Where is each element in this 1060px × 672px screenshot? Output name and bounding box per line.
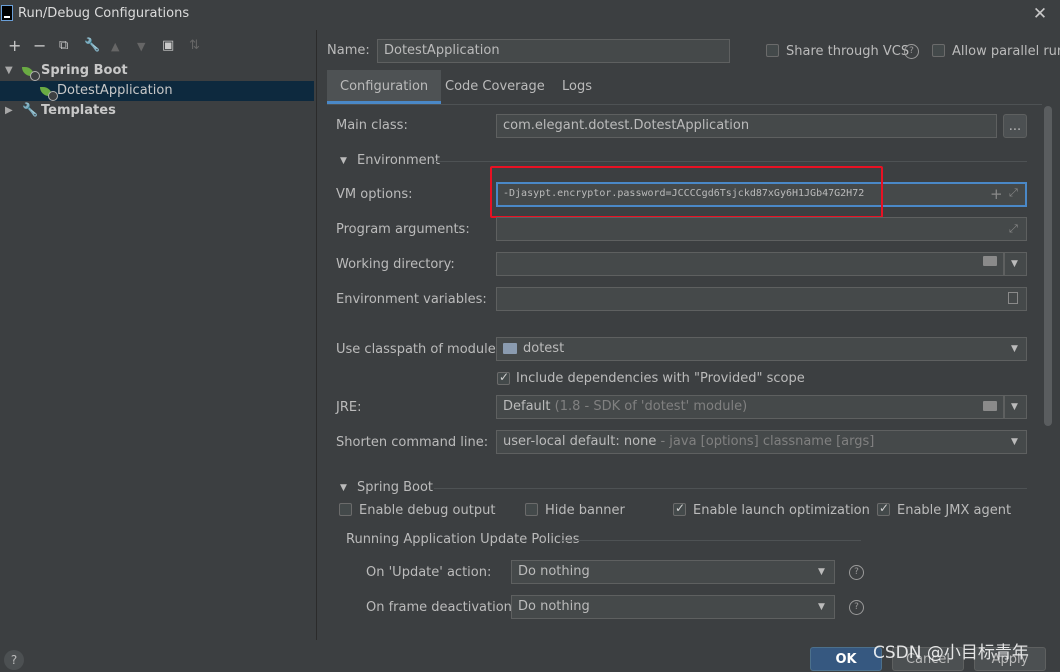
hide-banner-label: Hide banner [545, 503, 625, 518]
working-directory-label: Working directory: [336, 257, 455, 272]
chevron-down-icon: ▼ [1011, 259, 1018, 269]
tree-label: Spring Boot [41, 63, 128, 78]
share-vcs-checkbox[interactable] [766, 44, 779, 57]
tree-item-templates[interactable]: ▶ 🔧 Templates [0, 101, 314, 121]
environment-header: Environment [357, 153, 441, 168]
title-bar: Run/Debug Configurations ✕ [0, 0, 1060, 30]
add-icon[interactable]: + [8, 36, 21, 55]
document-icon[interactable] [1008, 292, 1018, 304]
jmx-agent-label: Enable JMX agent [897, 503, 1012, 518]
on-frame-deactivation-label: On frame deactivation: [366, 600, 517, 615]
shorten-hint: - java [options] classname [args] [660, 434, 875, 449]
close-button[interactable]: ✕ [1028, 2, 1052, 26]
jre-hint: (1.8 - SDK of 'dotest' module) [554, 399, 748, 414]
environment-variables-label: Environment variables: [336, 292, 487, 307]
chevron-down-icon: ▼ [818, 567, 825, 577]
main-class-label: Main class: [336, 118, 408, 133]
jre-label: JRE: [336, 400, 362, 415]
sort-icon[interactable]: ⇅ [189, 38, 200, 53]
collapse-icon[interactable]: ▼ [340, 483, 347, 493]
shorten-command-line-label: Shorten command line: [336, 435, 489, 450]
on-update-label: On 'Update' action: [366, 565, 492, 580]
help-icon[interactable]: ? [904, 44, 919, 59]
main-class-field[interactable]: com.elegant.dotest.DotestApplication [496, 114, 997, 138]
jre-value: Default [503, 399, 551, 414]
help-icon[interactable]: ? [849, 600, 864, 615]
section-divider [561, 540, 861, 541]
collapse-icon[interactable]: ▼ [340, 156, 347, 166]
folder-icon[interactable] [983, 401, 997, 411]
help-icon[interactable]: ? [849, 565, 864, 580]
highlight-box [490, 166, 883, 218]
expand-right-icon[interactable]: ▶ [5, 101, 13, 121]
include-dependencies-label: Include dependencies with "Provided" sco… [516, 371, 805, 386]
wrench-icon: 🔧 [22, 103, 39, 118]
allow-parallel-label: Allow parallel run [952, 44, 1060, 59]
tab-configuration[interactable]: Configuration [327, 70, 442, 104]
tree-label: DotestApplication [57, 83, 173, 98]
jre-field[interactable]: Default (1.8 - SDK of 'dotest' module) [496, 395, 1004, 419]
chevron-down-icon: ▼ [1011, 437, 1018, 447]
classpath-label: Use classpath of module: [336, 342, 501, 357]
tree-label: Templates [41, 103, 116, 118]
allow-parallel-checkbox[interactable] [932, 44, 945, 57]
jmx-agent-checkbox[interactable] [877, 501, 890, 516]
update-policies-header: Running Application Update Policies [346, 532, 580, 547]
program-arguments-label: Program arguments: [336, 222, 470, 237]
launch-optimization-checkbox[interactable] [673, 501, 686, 516]
copy-icon[interactable]: ⧉ [59, 38, 68, 53]
gear-icon [30, 71, 40, 81]
on-update-dropdown[interactable]: Do nothing [511, 560, 835, 584]
remove-icon[interactable]: − [33, 36, 46, 55]
folder-icon[interactable] [983, 256, 997, 266]
add-icon[interactable]: + [990, 185, 1003, 203]
move-up-icon[interactable]: ▲ [111, 40, 119, 53]
chevron-down-icon: ▼ [1011, 344, 1018, 354]
working-directory-field[interactable] [496, 252, 1004, 276]
ok-button[interactable]: OK [810, 647, 882, 671]
wrench-icon[interactable]: 🔧 [84, 38, 100, 53]
shorten-value: user-local default: none [503, 434, 657, 449]
expand-icon[interactable]: ⤢ [1009, 186, 1018, 200]
tab-logs[interactable]: Logs [549, 70, 605, 104]
configurations-panel [0, 30, 316, 640]
section-divider [434, 488, 1027, 489]
hide-banner-checkbox[interactable] [525, 503, 538, 516]
help-button[interactable]: ? [4, 650, 24, 670]
vertical-scrollbar[interactable] [1044, 106, 1052, 426]
chevron-down-icon: ▼ [1011, 402, 1018, 412]
section-divider [434, 161, 1027, 162]
panel-divider[interactable] [316, 30, 317, 640]
on-frame-deactivation-dropdown[interactable]: Do nothing [511, 595, 835, 619]
chevron-down-icon: ▼ [818, 602, 825, 612]
expand-down-icon[interactable]: ▼ [5, 61, 13, 81]
move-down-icon[interactable]: ▼ [137, 40, 145, 53]
module-folder-icon [503, 343, 517, 354]
name-field[interactable]: DotestApplication [377, 39, 730, 63]
include-dependencies-checkbox[interactable] [497, 370, 510, 385]
classpath-dropdown[interactable]: dotest [496, 337, 1027, 361]
debug-output-checkbox[interactable] [339, 503, 352, 516]
browse-button[interactable]: ... [1003, 114, 1027, 138]
tree-item-spring-boot[interactable]: ▼ Spring Boot [0, 61, 314, 81]
tab-code-coverage[interactable]: Code Coverage [432, 70, 558, 104]
share-vcs-label: Share through VCS [786, 44, 910, 59]
watermark: CSDN @小目标青年 [873, 643, 1029, 663]
folder-icon[interactable]: ▣ [162, 38, 174, 53]
program-arguments-field[interactable] [496, 217, 1027, 241]
spring-boot-header: Spring Boot [357, 480, 434, 495]
name-label: Name: [327, 43, 370, 58]
shorten-command-line-dropdown[interactable]: user-local default: none - java [options… [496, 430, 1027, 454]
launch-optimization-label: Enable launch optimization [693, 503, 870, 518]
window-title: Run/Debug Configurations [18, 6, 190, 21]
environment-variables-field[interactable] [496, 287, 1027, 311]
debug-output-label: Enable debug output [359, 503, 496, 518]
tree-item-dotest-application[interactable]: DotestApplication [0, 81, 314, 101]
expand-icon[interactable]: ⤢ [1009, 222, 1018, 236]
intellij-app-icon [1, 5, 13, 21]
vm-options-label: VM options: [336, 187, 413, 202]
